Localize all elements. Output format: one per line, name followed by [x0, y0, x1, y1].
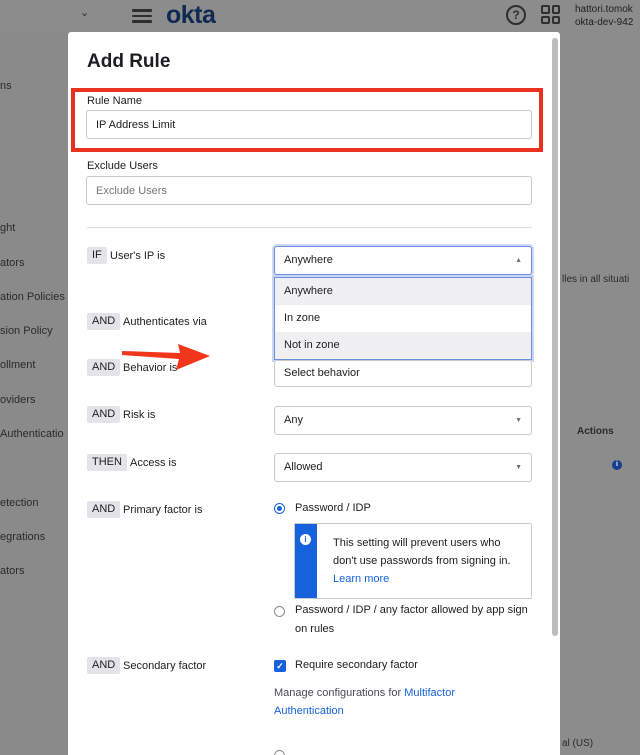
modal-scrollbar[interactable]	[552, 38, 558, 636]
and-badge: AND	[87, 406, 121, 423]
user-name: hattori.tomok	[575, 4, 633, 15]
and-badge: AND	[87, 313, 121, 330]
chevron-down-icon: ▼	[515, 464, 522, 471]
secondary-checkbox-label: Require secondary factor	[295, 659, 418, 671]
sidebar-item[interactable]: ollment	[0, 359, 35, 371]
sidebar-item[interactable]: ght	[0, 222, 15, 234]
primary-option-2-label-line2: on rules	[295, 623, 335, 635]
sidebar-item[interactable]: oviders	[0, 394, 35, 406]
manage-text: Manage configurations for	[274, 687, 402, 699]
behavior-select[interactable]: Select behavior	[274, 360, 532, 387]
sidebar-item[interactable]: ators	[0, 257, 24, 269]
info-icon: i	[300, 534, 311, 545]
primary-option-1-label: Password / IDP	[295, 502, 371, 514]
sidebar-item[interactable]: ns	[0, 80, 12, 92]
risk-select-value: Any	[284, 414, 303, 426]
multifactor-link[interactable]: Multifactor	[404, 687, 455, 699]
user-menu[interactable]: hattori.tomok okta-dev-942	[575, 3, 633, 29]
primary-radio-password-idp[interactable]	[274, 503, 285, 514]
authentication-link[interactable]: Authentication	[274, 705, 344, 717]
footer-text: al (US)	[562, 738, 594, 749]
and-badge: AND	[87, 501, 121, 518]
exclude-users-input[interactable]	[86, 176, 532, 205]
hamburger-menu-icon[interactable]	[132, 6, 152, 23]
sidebar-item[interactable]: sion Policy	[0, 325, 53, 337]
if-badge: IF	[87, 247, 107, 264]
ip-dropdown: Anywhere In zone Not in zone	[274, 277, 532, 360]
policy-text: lles in all situati	[562, 274, 630, 285]
access-label: Access is	[130, 457, 177, 469]
primary-radio-any-factor[interactable]	[274, 606, 285, 617]
divider	[87, 227, 532, 228]
chevron-down-icon[interactable]: ⌄	[80, 6, 89, 19]
sidebar-item[interactable]: ators	[0, 565, 24, 577]
ip-option-in-zone[interactable]: In zone	[275, 305, 531, 332]
info-icon[interactable]: i	[612, 460, 622, 470]
ip-option-anywhere[interactable]: Anywhere	[275, 278, 531, 305]
sidebar-item[interactable]: Authenticatio	[0, 428, 64, 440]
and-badge: AND	[87, 359, 121, 376]
info-callout: i This setting will prevent users who do…	[294, 523, 532, 599]
actions-header: Actions	[577, 426, 614, 437]
and-badge: AND	[87, 657, 121, 674]
okta-logo[interactable]: okta	[166, 1, 216, 30]
app-header: ⌄ okta ? hattori.tomok okta-dev-942	[0, 0, 640, 32]
check-icon[interactable]: ✓	[274, 660, 286, 672]
ip-label: User's IP is	[110, 250, 166, 262]
add-rule-modal: Add Rule Rule Name Exclude Users IF User…	[68, 32, 560, 755]
radio-partial[interactable]	[274, 750, 285, 755]
exclude-users-label: Exclude Users	[87, 160, 158, 172]
behavior-select-value: Select behavior	[284, 367, 360, 379]
rule-name-input[interactable]	[86, 110, 532, 139]
ip-select-value: Anywhere	[284, 254, 333, 266]
auth-label: Authenticates via	[123, 316, 207, 328]
callout-text: This setting will prevent users who don'…	[333, 537, 511, 567]
learn-more-link[interactable]: Learn more	[333, 573, 389, 585]
modal-title: Add Rule	[87, 51, 171, 72]
rule-name-label: Rule Name	[87, 95, 143, 107]
arrow-annotation-icon	[122, 344, 210, 370]
ip-option-not-in-zone[interactable]: Not in zone	[275, 332, 531, 359]
secondary-factor-label: Secondary factor	[123, 660, 207, 672]
primary-factor-label: Primary factor is	[123, 504, 203, 516]
chevron-down-icon: ▼	[515, 417, 522, 424]
ip-select[interactable]: Anywhere ▲	[274, 246, 532, 275]
risk-label: Risk is	[123, 409, 156, 421]
grid-icon[interactable]	[541, 5, 560, 24]
access-select[interactable]: Allowed ▼	[274, 453, 532, 482]
chevron-up-icon: ▲	[515, 257, 522, 264]
access-select-value: Allowed	[284, 461, 323, 473]
risk-select[interactable]: Any ▼	[274, 406, 532, 435]
org-name: okta-dev-942	[575, 17, 634, 28]
sidebar: ns ght ators ation Policies sion Policy …	[0, 32, 68, 755]
sidebar-item[interactable]: ation Policies	[0, 291, 65, 303]
sidebar-item[interactable]: egrations	[0, 531, 45, 543]
question-circle-icon[interactable]: ?	[506, 5, 526, 25]
sidebar-item[interactable]: etection	[0, 497, 39, 509]
primary-option-2-label-line1: Password / IDP / any factor allowed by a…	[295, 604, 528, 616]
then-badge: THEN	[87, 454, 127, 471]
background-content: lles in all situati Actions al (US)	[560, 32, 640, 755]
